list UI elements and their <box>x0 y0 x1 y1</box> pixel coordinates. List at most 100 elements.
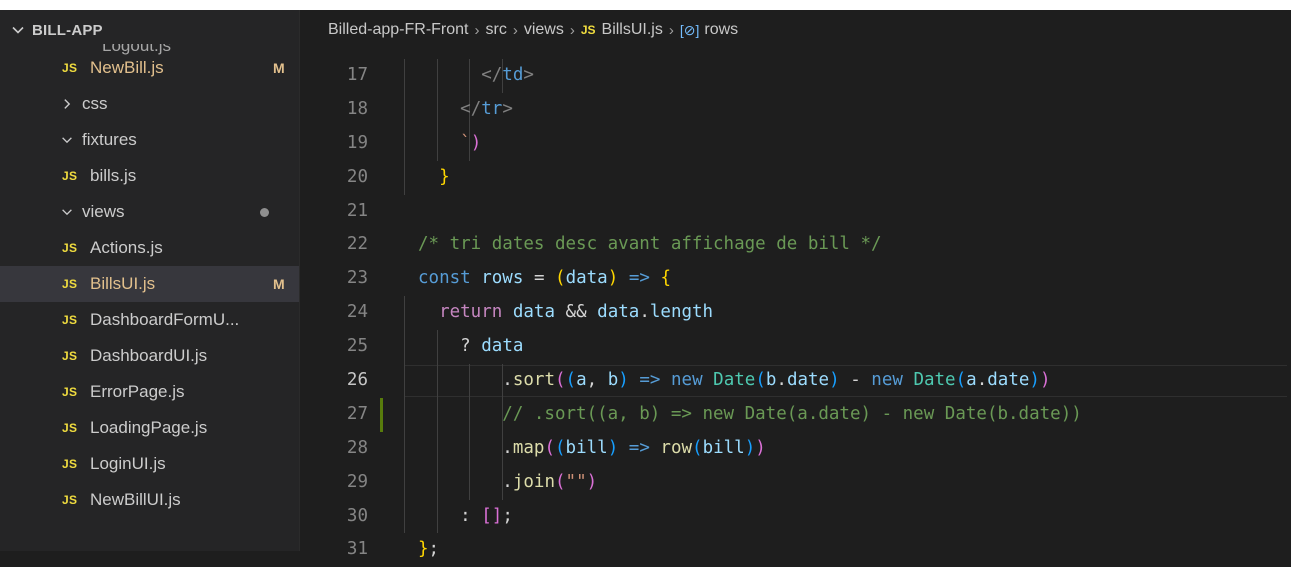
tree-item-actions[interactable]: JS Actions.js <box>0 230 299 266</box>
line-number[interactable]: 17 <box>300 59 368 93</box>
line-number[interactable]: 22 <box>300 228 368 262</box>
indent-guide <box>404 160 405 195</box>
tree-item-dashboardform[interactable]: JS DashboardFormU... <box>0 302 299 338</box>
line-text[interactable]: ? data <box>418 330 523 364</box>
code-line[interactable]: 21 <box>300 195 1291 229</box>
code-line[interactable]: 22 /* tri dates desc avant affichage de b… <box>300 228 1291 262</box>
chevron-right-icon: › <box>569 21 575 39</box>
line-text[interactable]: /* tri dates desc avant affichage de bil… <box>418 228 882 262</box>
line-text[interactable]: }; <box>418 533 439 567</box>
breadcrumb-item-views[interactable]: views <box>524 21 564 39</box>
tree-item-newbill[interactable]: JS NewBill.js M <box>0 50 299 86</box>
tree-item-loadingpage[interactable]: JS LoadingPage.js <box>0 410 299 446</box>
line-number[interactable]: 20 <box>300 161 368 195</box>
code-line[interactable]: 28 .map((bill) => row(bill)) <box>300 431 1291 466</box>
breadcrumb-item-src[interactable]: src <box>485 21 506 39</box>
code-line[interactable]: 19 `) <box>300 126 1291 161</box>
line-text[interactable]: : []; <box>418 500 513 534</box>
js-file-icon: JS <box>62 241 78 255</box>
tree-item-bills[interactable]: JS bills.js <box>0 158 299 194</box>
js-file-icon: JS <box>62 277 78 291</box>
code-editor[interactable]: Billed-app-FR-Front › src › views › JS B… <box>300 10 1291 559</box>
tree-item-label: Actions.js <box>90 238 163 257</box>
breadcrumb-item-symbol[interactable]: rows <box>704 21 738 39</box>
line-text[interactable]: </td> <box>418 59 534 93</box>
chevron-down-icon <box>62 209 72 216</box>
window-top-edge <box>0 0 1291 10</box>
chevron-right-icon: › <box>512 21 518 39</box>
code-line[interactable]: 23 const rows = (data) => { <box>300 262 1291 296</box>
tree-folder-css[interactable]: css <box>0 86 299 122</box>
line-text[interactable]: const rows = (data) => { <box>418 262 671 296</box>
js-file-icon: JS <box>62 457 78 471</box>
line-text[interactable]: .map((bill) => row(bill)) <box>418 432 766 466</box>
js-file-icon: JS <box>62 493 78 507</box>
line-number[interactable]: 19 <box>300 127 368 161</box>
code-line[interactable]: 26 .sort((a, b) => new Date(b.date) - ne… <box>300 364 1291 398</box>
line-number[interactable]: 24 <box>300 296 368 330</box>
modified-badge: M <box>273 276 285 292</box>
breadcrumb: Billed-app-FR-Front › src › views › JS B… <box>300 10 1291 50</box>
tree-item-label: LoadingPage.js <box>90 418 208 437</box>
line-number[interactable]: 26 <box>300 364 368 398</box>
tree-item-label: fixtures <box>82 130 137 149</box>
line-text[interactable]: } <box>418 161 450 195</box>
tree-item-newbillui[interactable]: JS NewBillUI.js <box>0 482 299 518</box>
breadcrumb-item-project[interactable]: Billed-app-FR-Front <box>328 21 468 39</box>
indent-guide <box>404 92 405 127</box>
code-line[interactable]: 30 : []; <box>300 499 1291 534</box>
tree-item-loginui[interactable]: JS LoginUI.js <box>0 446 299 482</box>
indent-guide <box>404 465 405 500</box>
tree-item-billsui[interactable]: JS BillsUI.js M <box>0 266 299 302</box>
line-text[interactable]: .join("") <box>418 466 597 500</box>
line-number[interactable]: 31 <box>300 533 368 567</box>
indent-guide <box>404 499 405 534</box>
line-number[interactable]: 21 <box>300 195 368 229</box>
line-number[interactable]: 30 <box>300 500 368 534</box>
line-text[interactable]: `) <box>418 127 481 161</box>
code-line[interactable]: 20 } <box>300 160 1291 195</box>
breadcrumb-item-file[interactable]: BillsUI.js <box>602 21 663 39</box>
tree-item-label: BillsUI.js <box>90 274 156 293</box>
line-number[interactable]: 29 <box>300 466 368 500</box>
tree-item-label: ErrorPage.js <box>90 382 185 401</box>
tree-item-label: bills.js <box>90 166 137 185</box>
js-file-icon: JS <box>62 61 78 75</box>
chevron-down-icon <box>12 26 24 34</box>
chevron-down-icon <box>62 137 72 144</box>
code-line[interactable]: 24 return data && data.length <box>300 296 1291 331</box>
line-text[interactable]: // .sort((a, b) => new Date(a.date) - ne… <box>418 398 1081 432</box>
line-number[interactable]: 18 <box>300 93 368 127</box>
tree-folder-views[interactable]: views <box>0 194 299 230</box>
js-file-icon: JS <box>580 23 596 37</box>
code-line[interactable]: 25 ? data <box>300 330 1291 365</box>
line-text[interactable]: return data && data.length <box>418 296 713 330</box>
code-line[interactable]: 17 </td> <box>300 59 1291 93</box>
indent-guide <box>404 364 405 398</box>
tree-item-label: views <box>82 202 125 221</box>
git-modified-indicator[interactable] <box>380 397 383 432</box>
js-file-icon: JS <box>62 385 78 399</box>
code-line[interactable]: 31}; <box>300 533 1291 567</box>
line-number[interactable]: 28 <box>300 432 368 466</box>
indent-guide <box>404 330 405 365</box>
tree-item-label: LoginUI.js <box>90 454 166 473</box>
tree-item-dashboardui[interactable]: JS DashboardUI.js <box>0 338 299 374</box>
line-text[interactable]: </tr> <box>418 93 513 127</box>
chevron-right-icon: › <box>668 21 674 39</box>
line-text[interactable]: .sort((a, b) => new Date(b.date) - new D… <box>418 364 1050 398</box>
line-number[interactable]: 27 <box>300 398 368 432</box>
file-tree: Logout.js JS NewBill.js M css fixtures J… <box>0 44 299 518</box>
line-number[interactable]: 25 <box>300 330 368 364</box>
code-line[interactable]: 18 </tr> <box>300 92 1291 127</box>
tree-item-errorpage[interactable]: JS ErrorPage.js <box>0 374 299 410</box>
tree-item-label: DashboardUI.js <box>90 346 208 365</box>
code-line[interactable]: 29 .join("") <box>300 465 1291 500</box>
code-lines[interactable]: 17 </td> 18 </tr> 19 `) 20 } 21 22/* tri date… <box>300 59 1291 567</box>
indent-guide <box>404 397 405 432</box>
line-number[interactable]: 23 <box>300 262 368 296</box>
indent-guide <box>404 431 405 466</box>
code-line[interactable]: 27 // .sort((a, b) => new Date(a.date) -… <box>300 397 1291 432</box>
js-file-icon: JS <box>62 349 78 363</box>
tree-folder-fixtures[interactable]: fixtures <box>0 122 299 158</box>
